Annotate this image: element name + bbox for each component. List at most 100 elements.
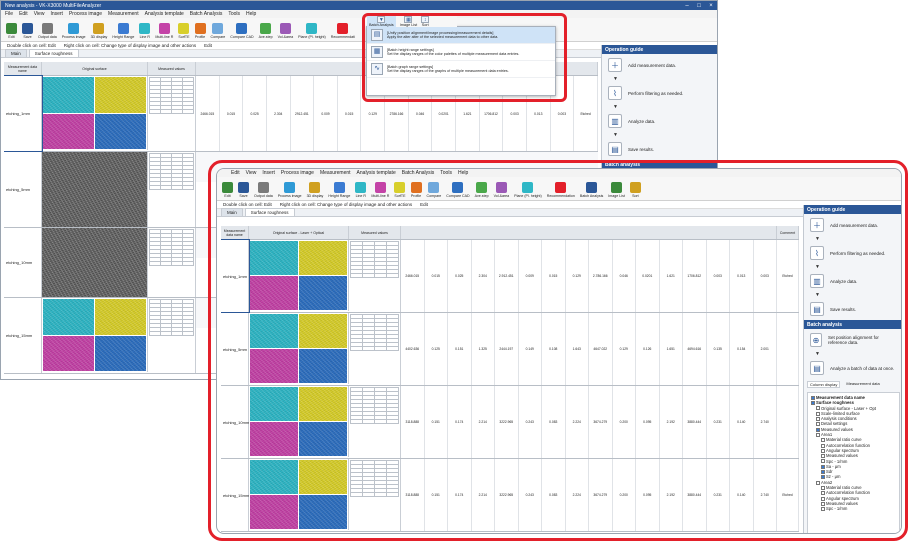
minimize-icon[interactable]: – (681, 3, 693, 9)
row-name: etching_15mm (4, 298, 42, 373)
value-cell: 0.015 (220, 76, 244, 151)
ribbon-output-data-label: Output data (38, 35, 57, 39)
guide-step-icon[interactable]: ▤ (608, 142, 622, 156)
process-image-icon (68, 23, 80, 34)
edit-button[interactable]: Edit (204, 43, 212, 48)
ribbon-ave-step-label: Ave.step (258, 35, 273, 39)
ribbon-plane-pl-height-button[interactable]: Plane (Pl. height) (296, 19, 328, 39)
info-double-click: Double click on cell: Edit (7, 43, 56, 48)
image-quadrant (43, 335, 94, 371)
maximize-icon[interactable]: □ (693, 3, 705, 9)
header-data-name: Measurement data name (4, 62, 42, 75)
guide-step-label: Save results. (628, 146, 655, 152)
plane-pl-height-icon (306, 23, 318, 34)
close-icon[interactable]: × (705, 3, 717, 9)
ribbon-recommendati-label: Recommendati (330, 35, 355, 39)
ribbon-edit-button[interactable]: Edit (4, 19, 19, 39)
image-quadrant (43, 113, 94, 149)
guide-step-label: Perform filtering as needed. (628, 90, 684, 96)
menu-batch-analysis[interactable]: Batch Analysis (190, 11, 223, 17)
ribbon-height-range-button[interactable]: Height Range (110, 19, 136, 39)
guide-step-icon[interactable]: ⌇ (608, 86, 622, 100)
line-r-icon (139, 23, 151, 34)
ribbon-process-image-button[interactable]: Process image (60, 19, 88, 39)
header-values: Measured values (148, 62, 196, 75)
image-quadrant (43, 77, 94, 113)
menu-insert[interactable]: Insert (50, 11, 63, 17)
save-icon (22, 23, 33, 34)
guide-step: ⌇ Perform filtering as needed. (602, 82, 717, 104)
ribbon-process-image-label: Process image (61, 35, 86, 39)
tab-main[interactable]: Main (5, 49, 27, 57)
ribbon-surfte-button[interactable]: SurfTE (176, 19, 191, 39)
multi-line-r-icon (158, 23, 170, 34)
ribbon-plane-pl-height-label: Plane (Pl. height) (298, 35, 326, 39)
value-cell: 2.304 (267, 76, 291, 151)
recommendati-icon (337, 23, 349, 34)
guide-step-icon[interactable]: ＋ (608, 58, 622, 72)
ribbon-multi-line-r-button[interactable]: Multi-line R (153, 19, 175, 39)
menu-view[interactable]: View (34, 11, 45, 17)
surface-image[interactable] (42, 152, 148, 227)
value-cell: 2912.451 (291, 76, 315, 151)
ribbon-output-data-button[interactable]: Output data (36, 19, 59, 39)
menu-process-image[interactable]: Process image (69, 11, 102, 17)
measurement-table (148, 76, 196, 151)
ribbon-compare-cad-label: Compare CAD (230, 35, 254, 39)
highlight-box-dropdown (362, 13, 567, 102)
ribbon-profile-label: Profile (194, 35, 206, 39)
height-range-icon (117, 23, 129, 34)
surface-image[interactable] (42, 228, 148, 297)
compare-icon (212, 23, 224, 34)
ribbon-surfte-label: SurfTE (178, 35, 190, 39)
menu-analysis-template[interactable]: Analysis template (145, 11, 184, 17)
ribbon-profile-button[interactable]: Profile (193, 19, 208, 39)
image-quadrant (95, 77, 146, 113)
guide-step-icon[interactable]: ▥ (608, 114, 622, 128)
guide-step: ▥ Analyze data. (602, 110, 717, 132)
surface-image[interactable] (42, 298, 148, 372)
back-steps: ＋ Add measurement data. ▼ ⌇ Perform filterin… (602, 54, 717, 160)
menu-edit[interactable]: Edit (19, 11, 28, 17)
surface-image[interactable] (42, 76, 148, 150)
ribbon-line-r-button[interactable]: Line R (137, 19, 152, 39)
menu-help[interactable]: Help (246, 11, 256, 17)
edit-icon (6, 23, 17, 34)
back-menubar: File Edit View Insert Process image Measureme… (1, 10, 717, 18)
value-cell: 0.009 (314, 76, 338, 151)
output-data-icon (41, 23, 53, 34)
surfte-icon (178, 23, 190, 34)
menu-measurement[interactable]: Measurement (108, 11, 139, 17)
ribbon-save-button[interactable]: Save (20, 19, 35, 39)
measurement-table (148, 228, 196, 297)
tab-surface-roughness[interactable]: Surface roughness (28, 49, 79, 57)
ribbon-ave-step-button[interactable]: Ave.step (257, 19, 275, 39)
guide-step-label: Analyze data. (628, 118, 656, 124)
highlight-box-window (208, 160, 908, 541)
value-cell: Etched (574, 76, 598, 151)
profile-icon (194, 23, 206, 34)
ribbon-compare-cad-button[interactable]: Compare CAD (228, 19, 255, 39)
compare-cad-icon (236, 23, 248, 34)
ribbon-3d-display-button[interactable]: 3D display (89, 19, 110, 39)
back-window-title: New analysis - VK-X3000 MultiFileAnalyze… (5, 2, 102, 9)
menu-file[interactable]: File (5, 11, 13, 17)
ribbon-save-label: Save (23, 35, 32, 39)
image-quadrant (43, 299, 94, 335)
image-quadrant (95, 335, 146, 371)
3d-display-icon (93, 23, 105, 34)
ribbon-recommendati-button[interactable]: Recommendati (329, 19, 357, 39)
value-cell: 0.015 (338, 76, 362, 151)
measurement-table (148, 298, 196, 373)
row-name: etching_5mm (4, 152, 42, 227)
guide-step-label: Add measurement data. (628, 62, 677, 68)
ribbon-edit-label: Edit (8, 35, 15, 39)
menu-tools[interactable]: Tools (228, 11, 240, 17)
ribbon-compare-button[interactable]: Compare (209, 19, 228, 39)
value-cell: 2466.015 (196, 76, 220, 151)
ribbon-vol-area-button[interactable]: Vol.&area (276, 19, 296, 39)
ribbon-vol-area-label: Vol.&area (277, 35, 294, 39)
value-cell: 0.025 (243, 76, 267, 151)
ribbon-3d-display-label: 3D display (90, 35, 108, 39)
image-quadrant (95, 113, 146, 149)
